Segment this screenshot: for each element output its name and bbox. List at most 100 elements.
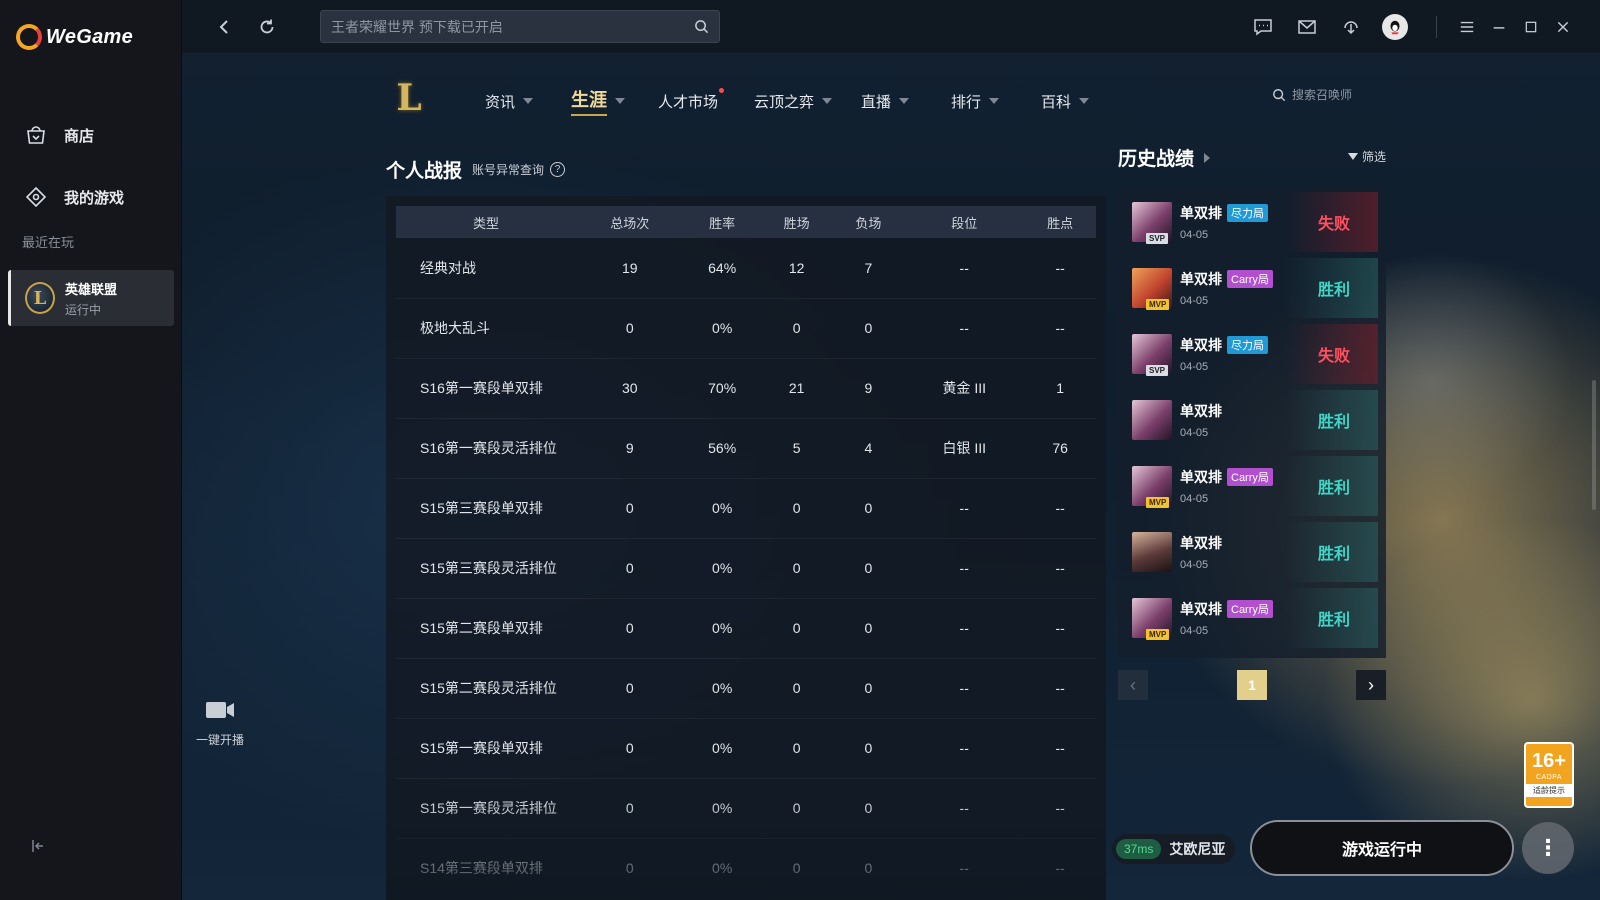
table-cell: 0 <box>760 538 833 599</box>
tab-live[interactable]: 直播 <box>861 86 951 116</box>
table-cell: 0% <box>683 838 761 899</box>
table-cell: 5 <box>760 418 833 479</box>
shop-icon <box>27 126 45 144</box>
table-row: S15第二赛段单双排 0 0% 0 0 -- -- <box>396 598 1096 659</box>
close-icon[interactable] <box>1552 16 1574 38</box>
menu-icon[interactable] <box>1456 16 1478 38</box>
search-icon[interactable] <box>694 19 709 34</box>
tab-talent-market[interactable]: 人才市场 <box>658 86 754 116</box>
search-icon[interactable] <box>1272 88 1286 102</box>
match-history-item[interactable]: MVP 单双排 Carry局 04-05 胜利 <box>1128 588 1386 648</box>
summoner-search-input[interactable] <box>1292 88 1378 102</box>
maximize-icon[interactable] <box>1520 16 1542 38</box>
mail-icon[interactable] <box>1296 16 1318 38</box>
match-history-item[interactable]: 单双排 04-05 胜利 <box>1128 522 1386 582</box>
stats-panel: 类型 总场次 胜率 胜场 负场 段位 胜点 经典对战 19 64% 12 7 -- -- 极地… <box>386 196 1106 900</box>
match-result: 胜利 <box>1286 522 1378 582</box>
back-icon[interactable] <box>214 16 236 38</box>
match-tag: 尽力局 <box>1227 336 1268 354</box>
wegame-logo[interactable]: WeGame <box>16 24 133 50</box>
match-history-item[interactable]: SVP 单双排 尽力局 04-05 失败 <box>1128 324 1386 384</box>
table-row: 经典对战 19 64% 12 7 -- -- <box>396 238 1096 299</box>
lol-game-logo[interactable]: L <box>392 77 426 119</box>
match-mode: 单双排 <box>1180 535 1222 551</box>
match-info-row: 单双排 尽力局 <box>1180 335 1300 355</box>
match-history-item[interactable]: SVP 单双排 尽力局 04-05 失败 <box>1128 192 1386 252</box>
server-status[interactable]: 37ms 艾欧尼亚 <box>1112 834 1236 864</box>
game-nav: 资讯 生涯 人才市场 云顶之弈 直播 排行 百科 <box>485 86 1121 116</box>
history-title[interactable]: 历史战绩 <box>1118 144 1211 171</box>
minimize-icon[interactable] <box>1488 16 1510 38</box>
topbar <box>182 0 1600 54</box>
table-cell: 64% <box>683 238 761 299</box>
stats-title: 个人战报 <box>386 161 463 182</box>
collapse-sidebar-icon[interactable] <box>30 838 46 854</box>
filter-button[interactable]: 筛选 <box>1348 148 1386 165</box>
avatar-icon[interactable] <box>1382 14 1408 40</box>
table-cell: 0% <box>683 298 761 359</box>
match-result: 胜利 <box>1286 390 1378 450</box>
search-input[interactable] <box>331 18 694 35</box>
row-type-cell: S16第一赛段灵活排位 <box>396 418 576 479</box>
match-history-item[interactable]: MVP 单双排 Carry局 04-05 胜利 <box>1128 258 1386 318</box>
recent-game-lol[interactable]: L 英雄联盟 运行中 <box>8 270 174 326</box>
chevron-down-icon <box>615 98 625 104</box>
performance-badge: MVP <box>1146 299 1170 310</box>
tab-career[interactable]: 生涯 <box>571 86 658 116</box>
side-nav: 商店 我的游戏 <box>0 104 182 228</box>
match-history-item[interactable]: MVP 单双排 Carry局 04-05 胜利 <box>1128 456 1386 516</box>
game-running-button[interactable]: 游戏运行中 <box>1250 820 1514 876</box>
table-cell: 0 <box>760 778 833 839</box>
one-click-live-button[interactable]: 一键开播 <box>190 700 250 748</box>
tab-tft[interactable]: 云顶之弈 <box>754 86 861 116</box>
notification-dot <box>719 88 724 93</box>
column-header: 类型 <box>396 206 576 238</box>
table-cell: 0% <box>683 598 761 659</box>
refresh-icon[interactable] <box>256 16 278 38</box>
table-cell: 0 <box>832 538 905 599</box>
app-name: WeGame <box>46 25 134 48</box>
table-row: S14第三赛段单双排 0 0% 0 0 -- -- <box>396 838 1096 899</box>
match-history-item[interactable]: 单双排 04-05 胜利 <box>1128 390 1386 450</box>
column-header: 负场 <box>832 206 905 238</box>
more-options-icon[interactable]: ⋮ <box>1522 822 1574 874</box>
table-cell: 4 <box>832 418 905 479</box>
row-type-cell: S15第一赛段灵活排位 <box>396 778 576 839</box>
match-info: 单双排 04-05 <box>1180 401 1300 439</box>
table-cell: 56% <box>683 418 761 479</box>
match-date: 04-05 <box>1180 295 1209 307</box>
download-icon[interactable] <box>1340 16 1362 38</box>
help-icon[interactable]: ? <box>550 162 566 177</box>
row-type-cell: S15第三赛段灵活排位 <box>396 538 576 599</box>
tab-ranking[interactable]: 排行 <box>951 86 1041 116</box>
account-abnormal-link[interactable]: 账号异常查询 ? <box>472 161 566 178</box>
table-cell: 0 <box>760 838 833 899</box>
table-cell: 0% <box>683 478 761 539</box>
table-cell: 70% <box>683 358 761 419</box>
table-cell: -- <box>904 478 1025 539</box>
row-type-cell: 极地大乱斗 <box>396 298 576 359</box>
table-cell: 0 <box>576 658 684 719</box>
chat-icon[interactable] <box>1252 16 1274 38</box>
age-rating-tip: 适龄提示 <box>1526 784 1572 797</box>
sidebar-item-my-games[interactable]: 我的游戏 <box>0 166 182 228</box>
tab-news[interactable]: 资讯 <box>485 86 571 116</box>
tab-wiki[interactable]: 百科 <box>1041 86 1121 116</box>
stats-table: 类型 总场次 胜率 胜场 负场 段位 胜点 经典对战 19 64% 12 7 -- -- 极地… <box>396 206 1096 899</box>
one-click-live-label: 一键开播 <box>195 733 244 747</box>
chevron-down-icon <box>989 98 1000 104</box>
match-date: 04-05 <box>1180 361 1209 373</box>
scrollbar[interactable] <box>1592 380 1596 510</box>
pager-next-button[interactable]: › <box>1356 670 1386 700</box>
sidebar-item-shop[interactable]: 商店 <box>0 104 182 166</box>
tab-label: 生涯 <box>571 86 607 116</box>
table-cell: 0 <box>832 838 905 899</box>
match-date: 04-05 <box>1180 427 1209 439</box>
champion-avatar: MVP <box>1132 268 1172 310</box>
match-result: 失败 <box>1286 192 1378 252</box>
pager-prev-button[interactable]: ‹ <box>1118 670 1148 700</box>
pager-page-button[interactable]: 1 <box>1237 670 1267 700</box>
match-info: 单双排 Carry局 04-05 <box>1180 269 1300 307</box>
table-cell: 30 <box>576 358 684 419</box>
match-mode: 单双排 <box>1180 469 1222 485</box>
